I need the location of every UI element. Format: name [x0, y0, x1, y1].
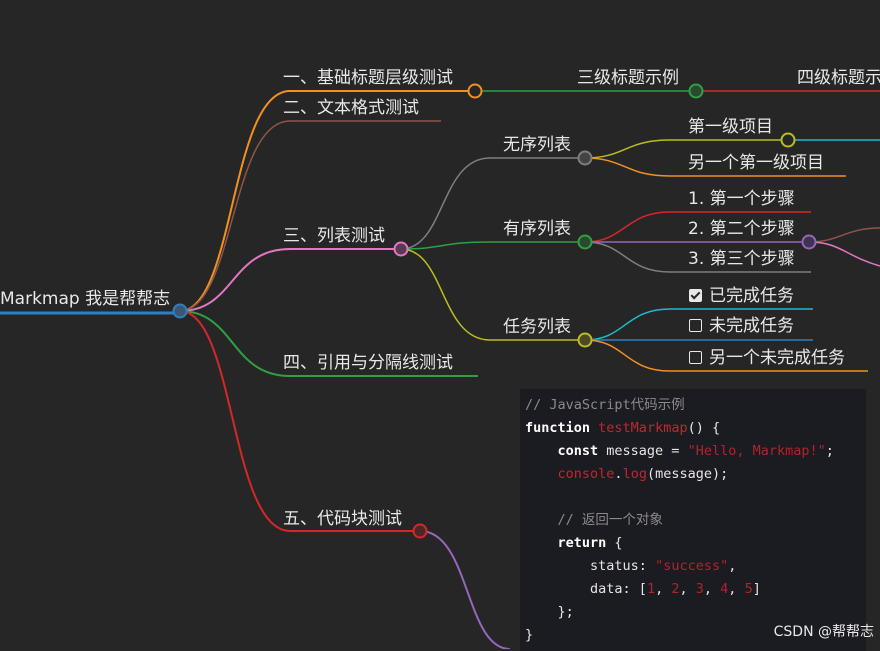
code-line-10: }; — [525, 601, 574, 623]
link-b5 — [179, 310, 420, 532]
code-text: , — [679, 581, 696, 597]
task-item-todo[interactable]: 未完成任务 — [689, 315, 794, 337]
code-number: 5 — [744, 581, 753, 597]
branch-quote-divider[interactable]: 四、引用与分隔线测试 — [283, 352, 453, 374]
branch-lists[interactable]: 三、列表测试 — [283, 225, 385, 247]
code-keyword: return — [557, 535, 607, 551]
branch-h4-example[interactable]: 四级标题示 — [797, 67, 880, 89]
b1-node-dot[interactable] — [467, 83, 483, 99]
ul-item-first-level[interactable]: 第一级项目 — [688, 116, 773, 138]
ol-item-step-1[interactable]: 1. 第一个步骤 — [688, 188, 795, 210]
b3-task-node-dot[interactable] — [577, 332, 593, 348]
ul-1-node-dot[interactable] — [780, 132, 796, 148]
code-text: ] — [752, 581, 761, 597]
checkbox-checked-icon[interactable] — [689, 289, 702, 302]
code-string: "Hello, Markmap!" — [687, 443, 826, 459]
code-line-11: } — [525, 624, 533, 646]
task-another-todo-label: 另一个未完成任务 — [709, 348, 845, 368]
b3-node-dot[interactable] — [393, 241, 409, 257]
code-string: "success" — [655, 558, 729, 574]
b3-ol-node-dot[interactable] — [577, 234, 593, 250]
code-text: ; — [825, 443, 834, 459]
code-text: (message); — [646, 466, 729, 482]
code-text: , — [728, 581, 745, 597]
b5-node-dot[interactable] — [412, 523, 428, 539]
code-method: log — [622, 466, 647, 482]
branch-unordered-list[interactable]: 无序列表 — [503, 134, 571, 156]
branch-basic-headings[interactable]: 一、基础标题层级测试 — [283, 67, 453, 89]
ul-item-another-first-level[interactable]: 另一个第一级项目 — [688, 152, 824, 174]
checkbox-unchecked-icon[interactable] — [689, 351, 702, 364]
code-text: }; — [557, 604, 574, 620]
task-item-another-todo[interactable]: 另一个未完成任务 — [689, 347, 845, 369]
code-number: 3 — [695, 581, 704, 597]
link-b2 — [179, 120, 441, 312]
ol-2-node-dot[interactable] — [801, 234, 817, 250]
code-text: data: [ — [590, 581, 647, 597]
code-line-6: // 返回一个对象 — [525, 509, 663, 531]
code-text: { — [606, 535, 623, 551]
root-label[interactable]: Markmap 我是帮帮志 — [0, 288, 170, 310]
code-line-4: console.log(message); — [525, 463, 729, 485]
code-comment: // 返回一个对象 — [557, 512, 663, 528]
code-text: , — [728, 558, 737, 574]
b1-h3-node-dot[interactable] — [688, 83, 704, 99]
code-line-7: return { — [525, 532, 623, 554]
code-object: console — [557, 466, 615, 482]
code-line-3: const message = "Hello, Markmap!"; — [525, 440, 834, 462]
branch-h3-example[interactable]: 三级标题示例 — [577, 67, 679, 89]
watermark: CSDN @帮帮志 — [773, 624, 874, 640]
code-keyword: const — [557, 443, 599, 459]
root-node-dot[interactable] — [172, 303, 188, 319]
task-todo-label: 未完成任务 — [709, 316, 794, 336]
branch-ordered-list[interactable]: 有序列表 — [503, 218, 571, 240]
code-text: , — [703, 581, 721, 597]
code-text: status: — [590, 558, 656, 574]
code-text: } — [525, 627, 534, 643]
code-line-9: data: [1, 2, 3, 4, 5] — [525, 578, 761, 600]
link-ol-2-sub1 — [808, 227, 880, 243]
code-function-name: testMarkmap — [598, 420, 688, 436]
code-line-2: function testMarkmap() { — [525, 417, 720, 439]
link-b1 — [179, 90, 475, 312]
task-done-label: 已完成任务 — [709, 286, 794, 306]
ol-item-step-3[interactable]: 3. 第三个步骤 — [688, 248, 795, 270]
code-text: . — [614, 466, 623, 482]
code-text: message = — [598, 443, 688, 459]
link-b5-code — [419, 530, 511, 649]
code-keyword: function — [525, 420, 591, 436]
link-b3-ol — [400, 241, 585, 250]
ol-item-step-2[interactable]: 2. 第二个步骤 — [688, 218, 795, 240]
code-line-1: // JavaScript代码示例 — [525, 394, 685, 416]
code-line-8: status: "success", — [525, 555, 736, 577]
code-text: , — [655, 581, 672, 597]
branch-code-block[interactable]: 五、代码块测试 — [283, 508, 402, 530]
branch-text-format[interactable]: 二、文本格式测试 — [283, 97, 419, 119]
checkbox-unchecked-icon[interactable] — [689, 319, 702, 332]
b3-ul-node-dot[interactable] — [577, 150, 593, 166]
code-text: () { — [687, 420, 721, 436]
task-item-done[interactable]: 已完成任务 — [689, 285, 794, 307]
code-number: 1 — [646, 581, 656, 597]
link-ol-2-sub2 — [808, 241, 880, 267]
code-comment: // JavaScript代码示例 — [525, 397, 685, 413]
code-block: // JavaScript代码示例 function testMarkmap()… — [520, 389, 866, 651]
branch-task-list[interactable]: 任务列表 — [503, 316, 571, 338]
